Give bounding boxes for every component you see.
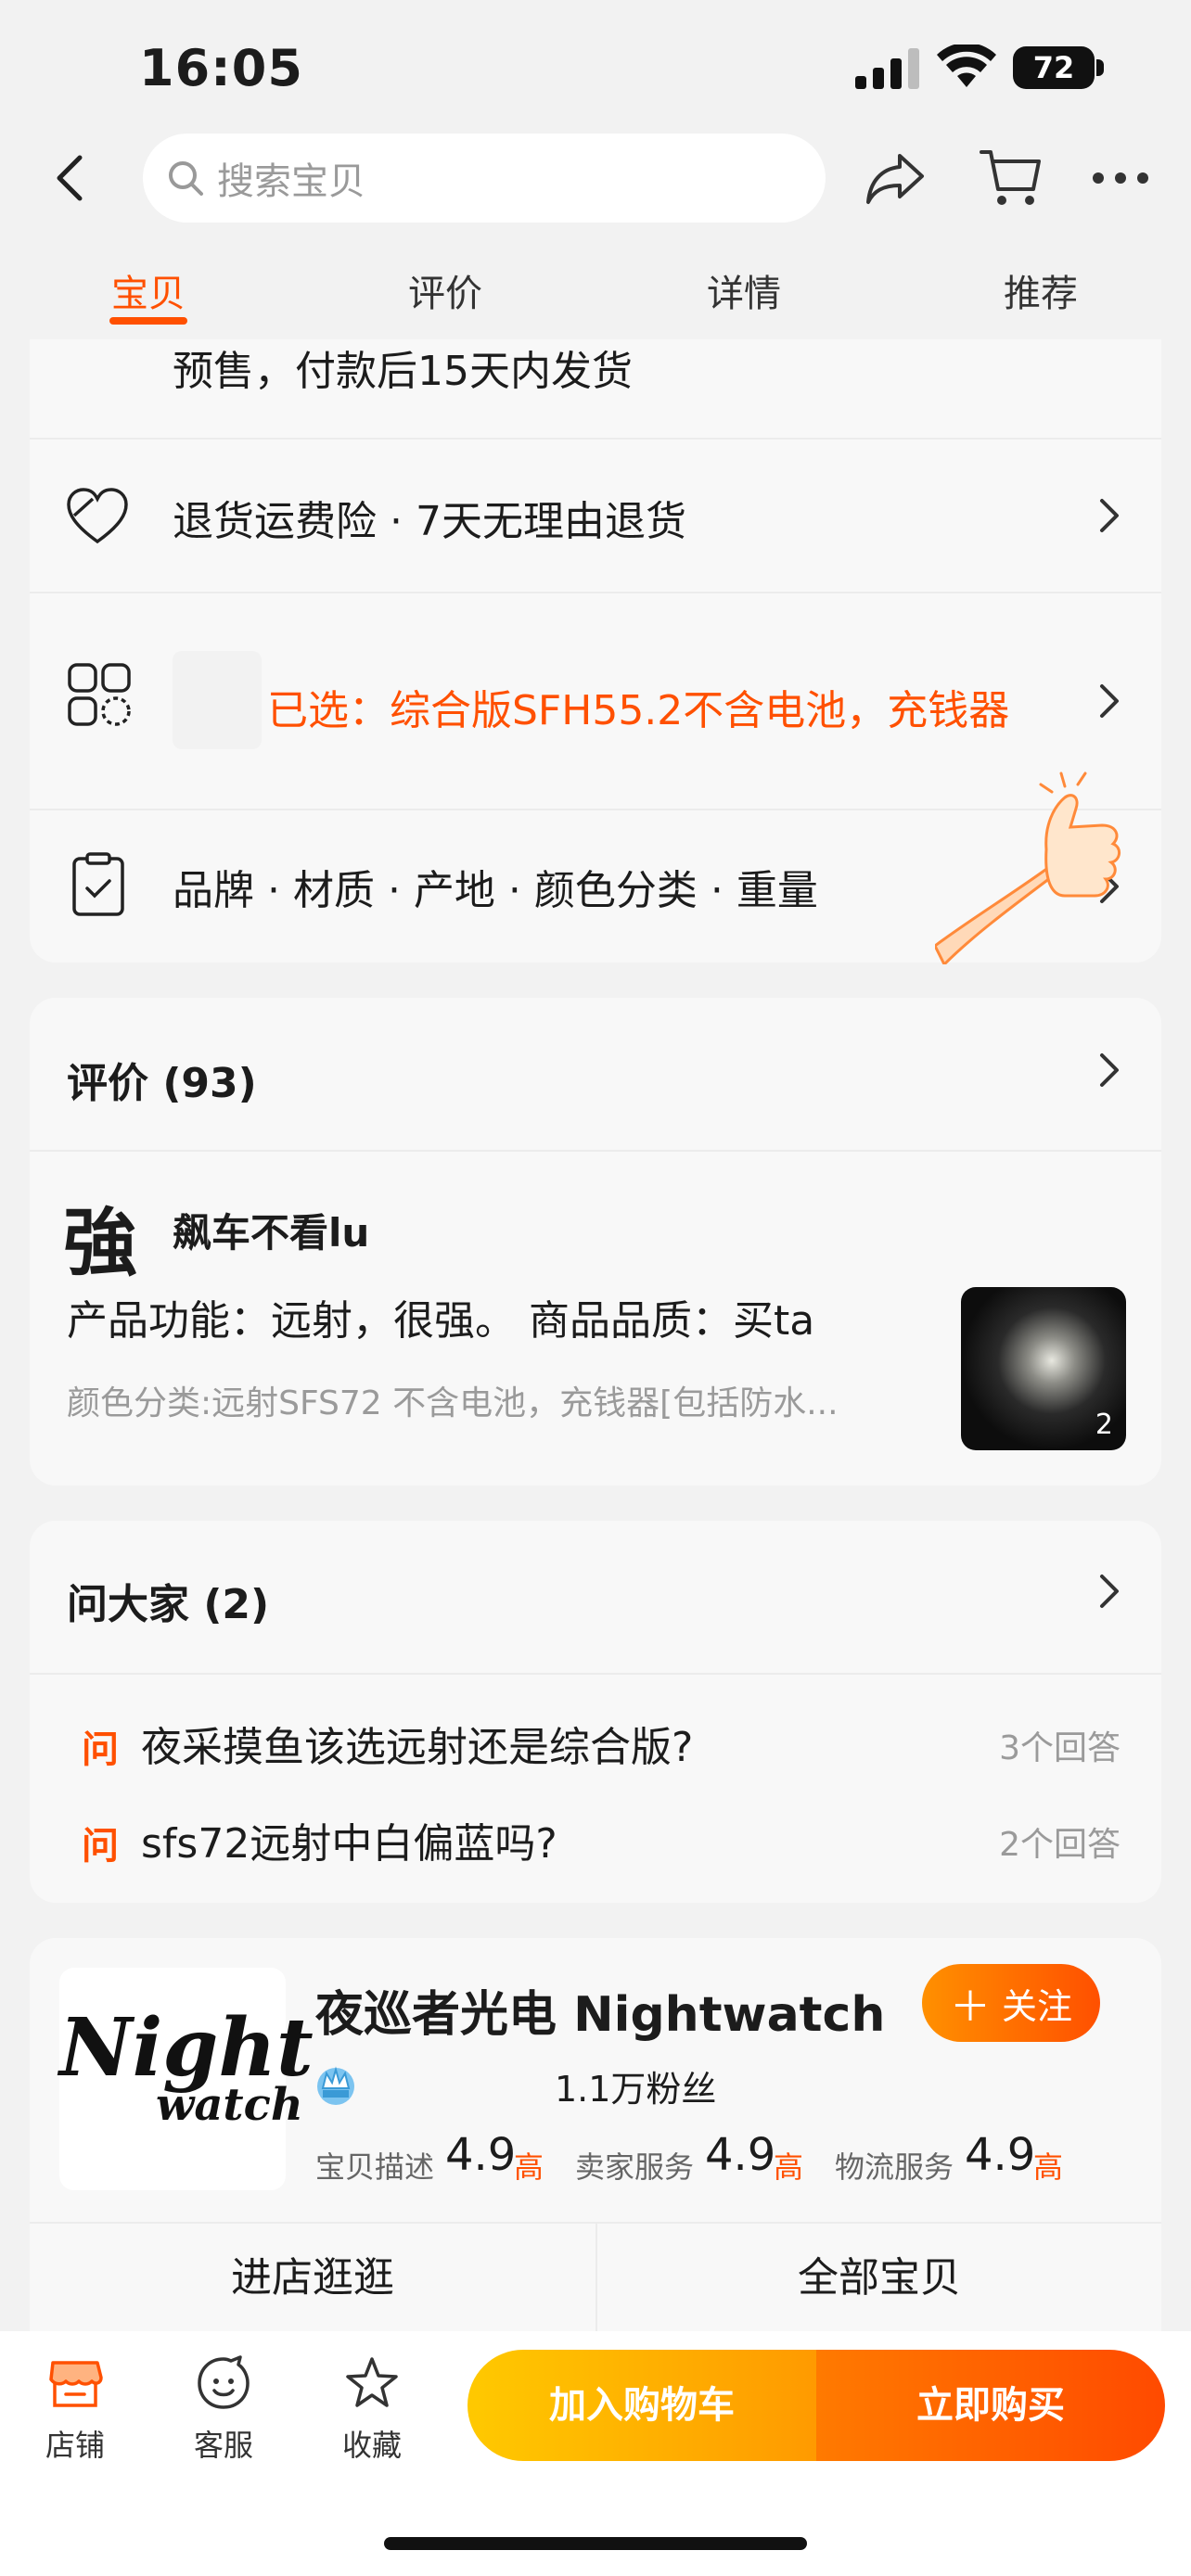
reviews-card[interactable]: 评价 (93) 強 飙车不看lu 产品功能：远射，很强。 商品品质：买ta 颜色… [30,998,1161,1486]
search-input[interactable]: 搜索宝贝 [143,134,826,223]
status-time: 16:05 [139,39,303,97]
question-icon: 问 [82,1825,119,1868]
star-icon [346,2357,398,2407]
favorite-button[interactable]: 收藏 [321,2353,423,2465]
chevron-right-icon [1100,684,1119,718]
plus-icon: ＋ [949,1983,991,2031]
shop-logo-line2: watch [156,2079,303,2131]
chevron-right-icon [1100,1053,1119,1087]
answer-count: 3个回答 [999,1729,1121,1767]
back-arrow-icon[interactable] [45,150,100,206]
tab-details[interactable]: 详情 [670,263,818,317]
reviewer-name: 飙车不看lu [173,1210,370,1256]
score-level: 高 [514,2149,544,2185]
question-text: 夜采摸鱼该选远射还是综合版? [141,1724,694,1771]
enter-shop-button[interactable]: 进店逛逛 [30,2224,596,2331]
search-placeholder: 搜索宝贝 [217,160,365,203]
photo-count: 2 [1095,1409,1113,1441]
customer-service-label: 客服 [193,2428,253,2463]
shop-fans: 1.1万粉丝 [555,2069,717,2110]
store-label: 店铺 [45,2428,105,2463]
chevron-right-icon [1100,499,1119,532]
battery-indicator: 72 [1013,46,1095,89]
favorite-label: 收藏 [341,2428,402,2463]
chevron-right-icon [1100,1575,1119,1608]
grid-options-icon [68,663,131,726]
reviews-title: 评价 (93) [67,1060,257,1107]
add-to-cart-button[interactable]: 加入购物车 [467,2350,816,2461]
crown-badge-icon [317,2066,354,2105]
question-text: sfs72远射中白偏蓝吗? [141,1820,557,1868]
ask-everyone-card[interactable]: 问大家 (2) 问 夜采摸鱼该选远射还是综合版? 3个回答 问 sfs72远射中… [30,1521,1161,1903]
thumbs-up-hand-icon [935,772,1121,964]
score-level: 高 [774,2149,804,2185]
store-button[interactable]: 店铺 [24,2353,126,2465]
cart-icon[interactable] [978,147,1043,210]
cellular-signal-icon [855,48,919,89]
clipboard-check-icon [72,852,124,916]
more-options-icon[interactable] [1091,158,1150,198]
share-icon[interactable] [864,148,928,208]
qa-title: 问大家 (2) [67,1581,270,1628]
selected-variant-text: 已选：综合版SFH55.2不含电池，充钱器 [267,687,1010,734]
shop-logo[interactable]: Night watch [59,1968,314,2190]
answer-count: 2个回答 [999,1826,1121,1864]
variant-thumbnail [173,651,262,749]
return-policy-text: 退货运费险 · 7天无理由退货 [173,498,686,545]
review-text: 产品功能：远射，很强。 商品品质：买ta [67,1297,815,1345]
tab-recommend[interactable]: 推荐 [967,263,1115,317]
active-tab-indicator [109,317,187,325]
score-value: 4.9 [705,2129,776,2181]
tab-item[interactable]: 宝贝 [74,263,223,317]
customer-service-button[interactable]: 客服 [173,2353,275,2465]
review-photo[interactable]: 2 [961,1287,1126,1450]
home-indicator [384,2537,807,2550]
score-label: 卖家服务 [575,2149,695,2185]
customer-service-icon [198,2355,250,2409]
top-header: 16:05 72 搜索宝贝 宝贝 评价 详情 推荐 [0,0,1191,339]
return-policy-row[interactable]: 退货运费险 · 7天无理由退货 [30,440,1161,592]
buy-now-button[interactable]: 立即购买 [816,2350,1165,2461]
status-bar: 16:05 72 [0,0,1191,130]
divider [30,1673,1161,1675]
tab-reviews[interactable]: 评价 [371,263,519,317]
heart-shield-icon [67,488,128,544]
score-level: 高 [1033,2149,1064,2185]
follow-button[interactable]: ＋ 关注 [922,1964,1100,2042]
reviewer-avatar: 強 [63,1199,137,1286]
review-sku: 颜色分类:远射SFS72 不含电池，充钱器[包括防水... [67,1384,839,1422]
question-icon: 问 [82,1728,119,1771]
score-value: 4.9 [965,2129,1036,2181]
shipping-note: 预售，付款后15天内发货 [173,348,633,395]
follow-label: 关注 [1001,1985,1072,2027]
wifi-icon [937,45,996,87]
shop-actions: 进店逛逛 全部宝贝 [30,2222,1161,2331]
bottom-action-bar: 店铺 客服 收藏 加入购物车 立即购买 [0,2331,1191,2576]
score-value: 4.9 [445,2129,517,2181]
nav-row: 搜索宝贝 [0,130,1191,226]
battery-tip [1096,59,1104,76]
product-params-text: 品牌 · 材质 · 产地 · 颜色分类 · 重量 [173,867,818,914]
shop-name[interactable]: 夜巡者光电 Nightwatch [315,1975,885,2045]
product-tabs: 宝贝 评价 详情 推荐 [0,243,1191,336]
search-icon [169,161,203,196]
score-label: 宝贝描述 [315,2149,435,2185]
score-label: 物流服务 [835,2149,954,2185]
shop-card: Night watch 夜巡者光电 Nightwatch ＋ 关注 1.1万粉丝… [30,1938,1161,2331]
store-icon [49,2361,103,2407]
divider [30,1150,1161,1152]
all-items-button[interactable]: 全部宝贝 [596,2224,1161,2331]
